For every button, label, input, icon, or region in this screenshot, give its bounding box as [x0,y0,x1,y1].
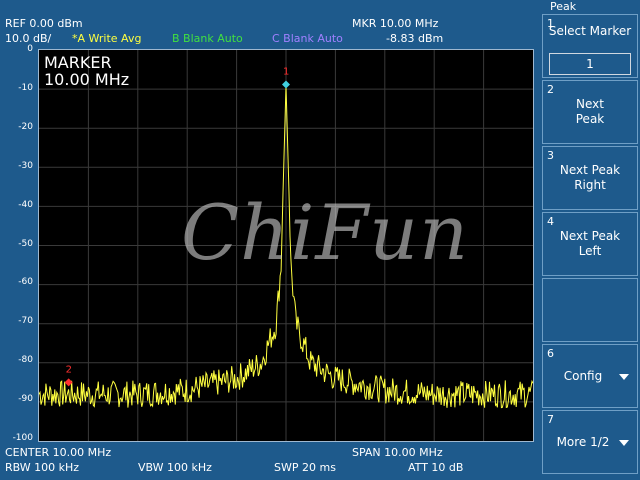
softkey-label-line1: Next Peak [559,229,621,243]
softkey-number: 7 [547,413,554,426]
spectrum-svg: 12 [39,50,533,441]
spectrum-plot[interactable]: 12 [38,49,534,442]
trace-b-status: B Blank Auto [172,32,243,45]
softkey-label-line2: Right [574,178,606,192]
y-tick-label: -20 [18,121,33,132]
marker-2-label: 2 [66,364,72,375]
softkey-label: More 1/2 [556,435,610,449]
marker-level-readout: -8.83 dBm [386,32,444,45]
marker-select-field[interactable]: 1 [549,53,631,75]
softkey-menu-title: Peak [540,0,640,14]
sweep-time-readout: SWP 20 ms [274,461,336,474]
y-tick-label: -50 [18,238,33,249]
softkey-number: 4 [547,215,554,228]
marker-info-box: MARKER 10.00 MHz [44,54,129,88]
softkey-label-line2: Left [578,244,602,258]
softkey-next-peak[interactable]: 2 Next Peak [542,80,638,144]
softkey-label-line2: Peak [575,112,605,126]
y-tick-label: -90 [18,394,33,405]
softkey-next-peak-right[interactable]: 3 Next Peak Right [542,146,638,210]
marker-title: MARKER [44,53,112,72]
marker-frequency: 10.00 MHz [44,70,130,89]
softkey-label: Select Marker [548,24,632,38]
ref-level-readout: REF 0.00 dBm [5,17,83,30]
submenu-arrow-icon [619,374,629,380]
y-tick-label: -60 [18,277,33,288]
span-readout: SPAN 10.00 MHz [352,446,443,459]
softkey-config[interactable]: 6 Config [542,344,638,408]
softkey-label-line1: Next [576,97,604,111]
vbw-readout: VBW 100 kHz [138,461,212,474]
trace-a-status: *A Write Avg [72,32,142,45]
softkey-more[interactable]: 7 More 1/2 [542,410,638,474]
rbw-readout: RBW 100 kHz [5,461,80,474]
y-tick-label: -70 [18,316,33,327]
submenu-arrow-icon [619,440,629,446]
softkey-number: 3 [547,149,554,162]
softkey-number: 2 [547,83,554,96]
marker-1-point[interactable] [282,80,290,89]
softkey-label: Config [563,369,603,383]
marker-frequency-readout: MKR 10.00 MHz [352,17,439,30]
center-frequency: CENTER 10.00 MHz [5,446,112,459]
softkey-label-line1: Next Peak [559,163,621,177]
y-tick-label: -30 [18,160,33,171]
y-tick-label: -10 [18,82,33,93]
marker-1-label: 1 [283,67,289,78]
y-tick-label: -40 [18,199,33,210]
softkey-blank[interactable] [542,278,638,342]
y-tick-label: -80 [18,355,33,366]
softkey-number: 6 [547,347,554,360]
trace-c-status: C Blank Auto [272,32,343,45]
softkey-select-marker[interactable]: 1 Select Marker 1 [542,14,638,78]
attenuation-readout: ATT 10 dB [408,461,464,474]
softkey-next-peak-left[interactable]: 4 Next Peak Left [542,212,638,276]
y-tick-label: 0 [27,44,33,54]
y-tick-label: -100 [12,433,33,443]
